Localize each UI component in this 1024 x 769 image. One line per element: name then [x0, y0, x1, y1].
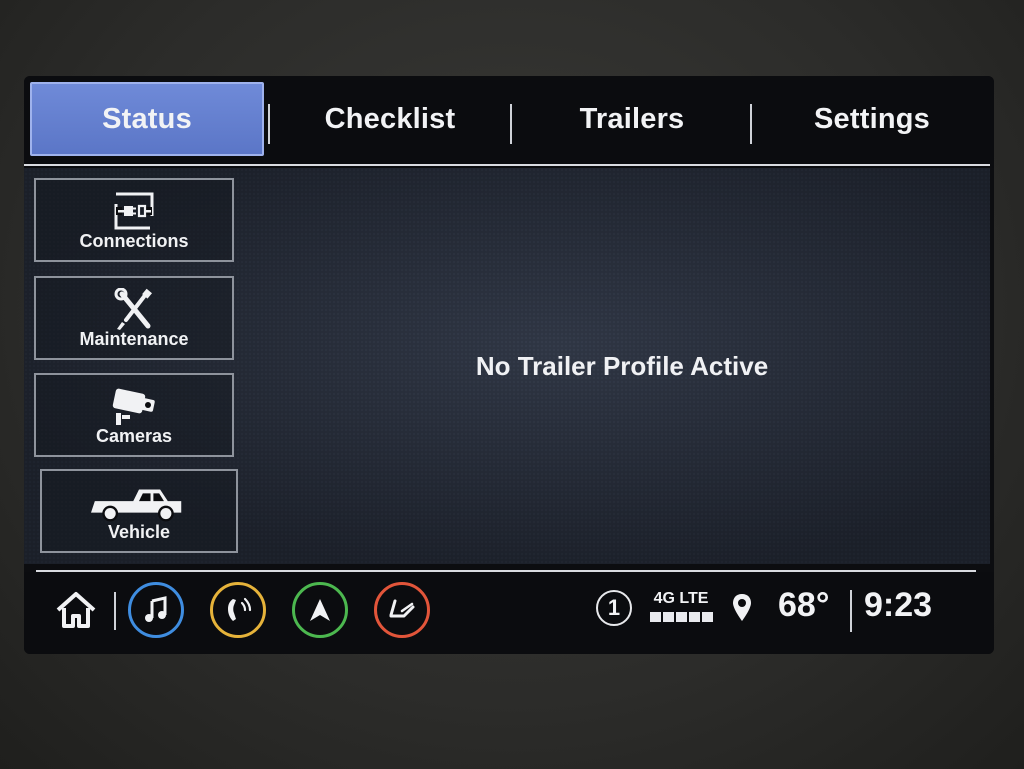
status-message: No Trailer Profile Active [475, 350, 769, 381]
trailer-connection-icon [114, 192, 154, 230]
camera-icon [112, 388, 155, 425]
seat-icon [389, 599, 415, 618]
music-button[interactable] [128, 582, 184, 638]
notification-badge[interactable]: 1 [596, 590, 632, 626]
temperature: 68° [778, 586, 830, 624]
network-status: 4G LTE [646, 590, 716, 630]
tab-settings[interactable]: Settings [754, 82, 990, 156]
infotainment-screen: Status Checklist Trailers Settings Conne… [24, 76, 994, 654]
tab-separator [750, 104, 752, 144]
phone-button[interactable] [210, 582, 266, 638]
navigation-arrow-icon [310, 599, 330, 621]
sidebar-item-label: Maintenance [79, 329, 189, 349]
wrench-screwdriver-icon [114, 288, 152, 330]
sidebar-item-vehicle[interactable]: Vehicle [40, 469, 238, 553]
home-icon[interactable] [54, 590, 98, 630]
tab-underline [24, 164, 990, 166]
signal-bar [649, 612, 661, 622]
network-label: 4G LTE [653, 590, 709, 607]
pickup-truck-icon [91, 489, 182, 522]
signal-bar [662, 612, 674, 622]
navigation-button[interactable] [292, 582, 348, 638]
bottom-separator [850, 590, 852, 632]
location-pin-icon [733, 594, 751, 621]
seat-button[interactable] [374, 582, 430, 638]
sidebar-item-maintenance[interactable]: Maintenance [34, 276, 234, 360]
tab-trailers[interactable]: Trailers [514, 82, 750, 156]
tab-separator [510, 104, 512, 144]
main-content: Connections Maintenance Cameras Vehicle … [24, 168, 990, 564]
signal-bar [675, 612, 687, 622]
sidebar-item-connections[interactable]: Connections [34, 178, 234, 262]
music-note-icon [145, 596, 167, 622]
tab-bar: Status Checklist Trailers Settings [24, 76, 994, 168]
signal-bar [688, 612, 700, 622]
signal-bar [701, 612, 713, 622]
bottom-bar: 1 4G LTE 68° 9:23 [24, 572, 994, 654]
tab-separator [268, 104, 270, 144]
clock[interactable]: 9:23 [864, 586, 932, 625]
bottom-separator [114, 592, 116, 630]
tab-checklist[interactable]: Checklist [272, 82, 508, 156]
signal-bars [646, 612, 716, 622]
tab-status[interactable]: Status [30, 82, 264, 156]
sidebar-item-label: Cameras [95, 426, 173, 446]
sidebar-item-label: Vehicle [107, 522, 171, 542]
phone-icon [228, 597, 252, 621]
sidebar-item-label: Connections [79, 231, 189, 251]
sidebar-item-cameras[interactable]: Cameras [34, 373, 234, 457]
